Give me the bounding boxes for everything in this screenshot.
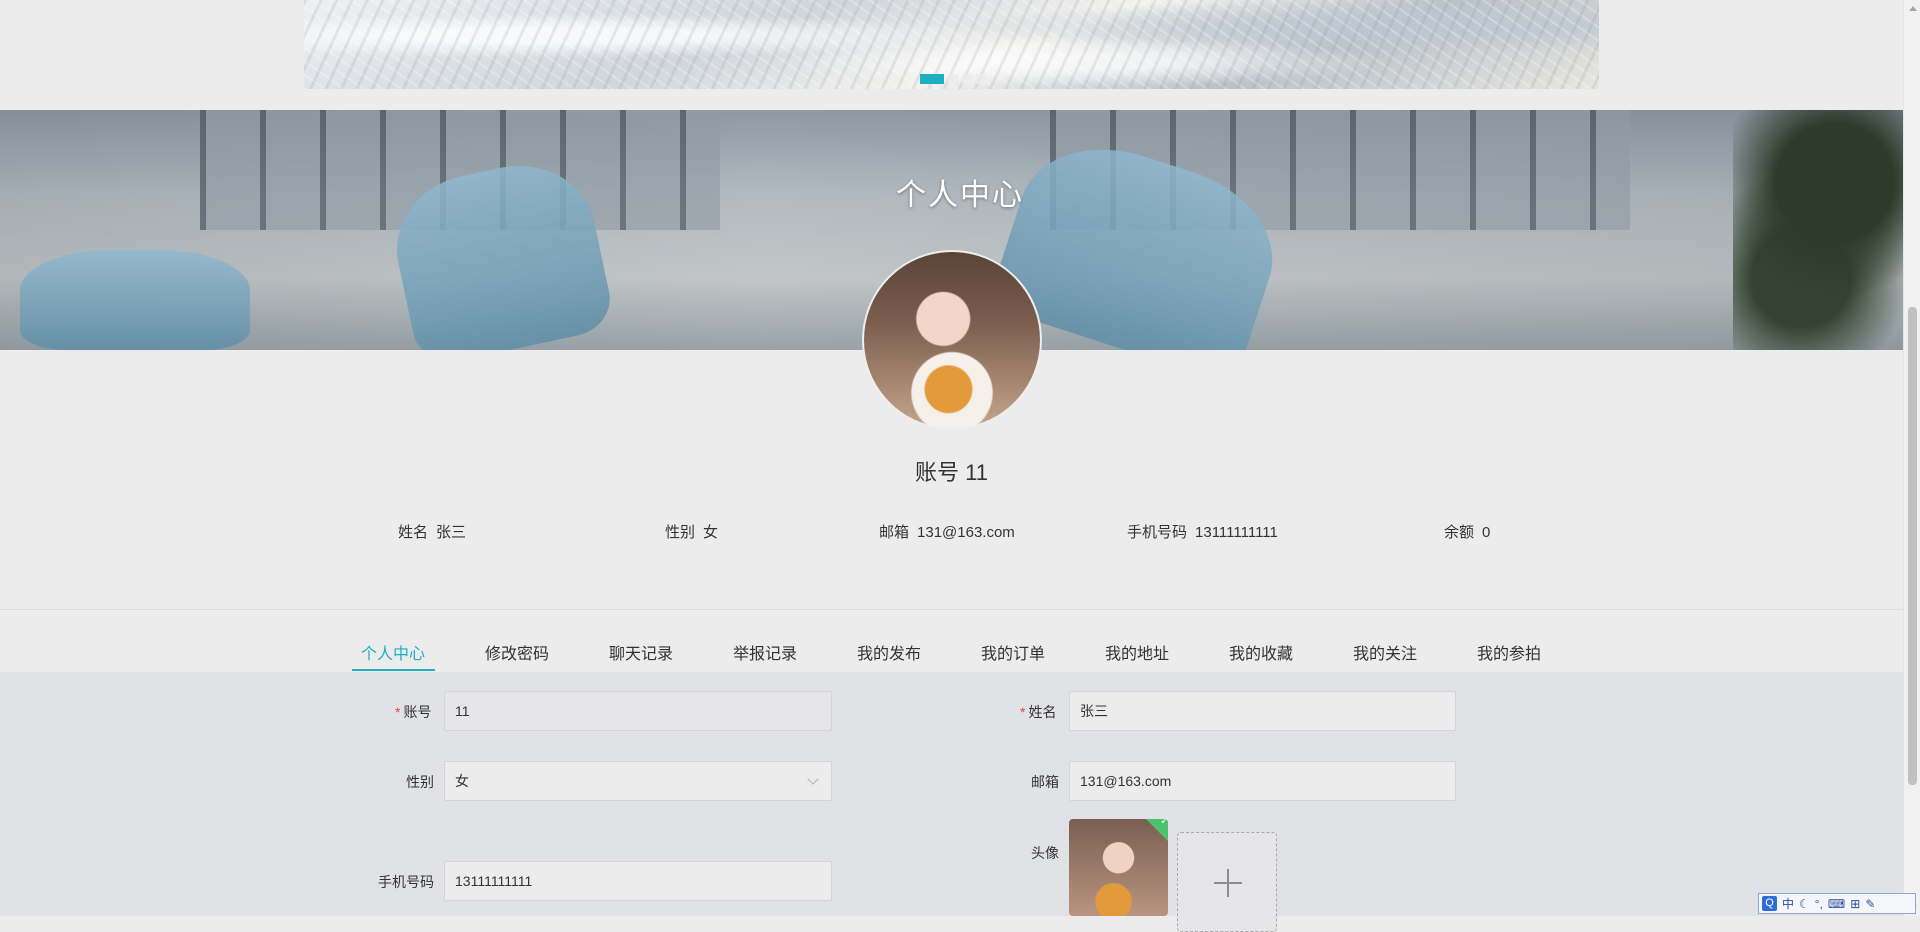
punctuation-icon[interactable]: °, — [1815, 897, 1823, 911]
chevron-down-icon — [807, 773, 819, 785]
carousel-dot-3[interactable] — [962, 74, 972, 84]
hero-plant — [1733, 110, 1903, 350]
gender-select-value: 女 — [455, 773, 469, 789]
banner-carousel[interactable] — [304, 0, 1599, 89]
tab-my-orders[interactable]: 我的订单 — [981, 640, 1045, 664]
grid-icon[interactable]: ⊞ — [1850, 897, 1860, 911]
tab-active-indicator — [352, 669, 435, 671]
info-balance: 余额 0 — [1444, 521, 1490, 542]
upload-avatar-button[interactable] — [1177, 832, 1277, 932]
email-input[interactable] — [1069, 761, 1456, 801]
ime-logo-icon[interactable]: Q — [1762, 896, 1777, 911]
info-phone: 手机号码 13111111111 — [1127, 521, 1278, 542]
page-scrollbar[interactable] — [1903, 0, 1920, 916]
name-label: * 姓名 — [1020, 702, 1056, 722]
info-balance-value: 0 — [1482, 524, 1491, 541]
gender-label: 性别 — [406, 774, 434, 790]
carousel-indicators — [920, 74, 986, 84]
tab-change-password[interactable]: 修改密码 — [485, 640, 549, 664]
tab-personal-center[interactable]: 个人中心 — [361, 640, 425, 664]
name-label-text: 姓名 — [1028, 704, 1057, 720]
phone-label: 手机号码 — [378, 874, 434, 890]
avatar-label: 头像 — [1031, 845, 1059, 861]
tab-my-auctions[interactable]: 我的参拍 — [1477, 640, 1541, 664]
email-label: 邮箱 — [1031, 774, 1059, 790]
info-email-label: 邮箱 — [879, 524, 910, 541]
account-input[interactable] — [444, 691, 832, 731]
phone-input[interactable] — [444, 861, 832, 901]
tab-my-posts[interactable]: 我的发布 — [857, 640, 921, 664]
upload-success-icon — [1144, 819, 1168, 843]
ime-toolbar[interactable]: Q 中 ☾ °, ⌨ ⊞ ✎ — [1758, 893, 1916, 914]
required-mark: * — [395, 704, 401, 720]
scrollbar-thumb[interactable] — [1908, 307, 1917, 785]
tab-my-follows[interactable]: 我的关注 — [1353, 640, 1417, 664]
keyboard-icon[interactable]: ⌨ — [1828, 897, 1845, 911]
tab-report-records[interactable]: 举报记录 — [733, 640, 797, 664]
gender-select[interactable]: 女 — [444, 761, 832, 801]
carousel-dot-2[interactable] — [948, 74, 958, 84]
page-title: 个人中心 — [896, 179, 1024, 212]
info-phone-label: 手机号码 — [1127, 524, 1188, 541]
info-name-value: 张三 — [436, 524, 467, 541]
tab-bar — [0, 610, 1903, 672]
name-input[interactable] — [1069, 691, 1456, 731]
wrench-icon[interactable]: ✎ — [1865, 897, 1875, 911]
carousel-dot-4[interactable] — [976, 74, 986, 84]
carousel-dot-1[interactable] — [920, 74, 944, 84]
tab-my-favorites[interactable]: 我的收藏 — [1229, 640, 1293, 664]
required-mark: * — [1020, 704, 1026, 720]
avatar-thumbnail[interactable] — [1069, 819, 1168, 916]
ime-mode-toggle[interactable]: 中 — [1782, 895, 1794, 912]
info-gender-value: 女 — [703, 524, 719, 541]
profile-form — [0, 672, 1903, 916]
moon-icon[interactable]: ☾ — [1799, 897, 1810, 911]
info-email: 邮箱 131@163.com — [879, 521, 1015, 542]
info-email-value: 131@163.com — [917, 524, 1015, 541]
info-gender-label: 性别 — [665, 524, 696, 541]
info-phone-value: 13111111111 — [1195, 524, 1278, 541]
account-label-text: 账号 — [403, 704, 432, 720]
tab-chat-history[interactable]: 聊天记录 — [609, 640, 673, 664]
plus-icon-vertical — [1227, 869, 1229, 897]
account-label: * 账号 — [395, 702, 431, 722]
tab-my-addresses[interactable]: 我的地址 — [1105, 640, 1169, 664]
avatar — [862, 250, 1042, 430]
account-title: 账号 11 — [915, 460, 988, 485]
info-gender: 性别女 — [665, 521, 718, 542]
info-name-label: 姓名 — [398, 524, 429, 541]
info-name: 姓名 张三 — [398, 521, 466, 542]
info-balance-label: 余额 — [1444, 524, 1475, 541]
hero-chair-left — [20, 250, 250, 350]
scroll-up-icon[interactable] — [1909, 6, 1917, 11]
